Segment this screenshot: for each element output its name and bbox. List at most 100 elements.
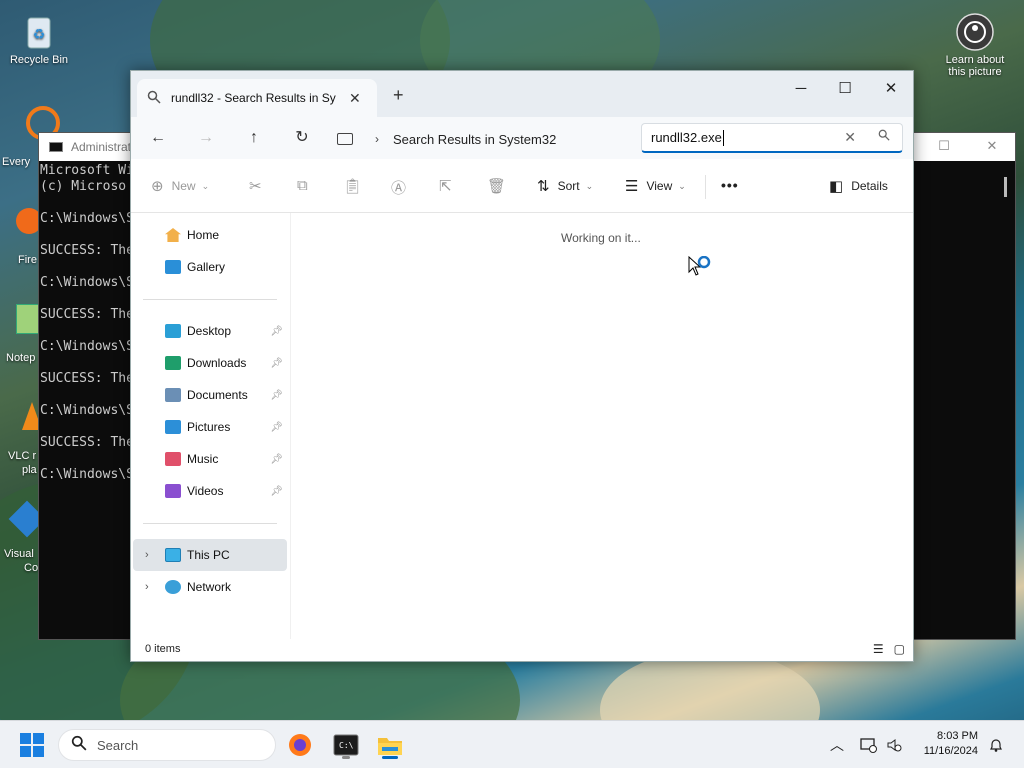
pin-icon[interactable]: 📌︎ xyxy=(270,390,283,401)
share-button[interactable]: ⇱ xyxy=(439,177,460,195)
network-status-icon[interactable] xyxy=(860,721,878,768)
pin-icon[interactable]: 📌︎ xyxy=(270,326,283,337)
sidebar-item-gallery[interactable]: Gallery xyxy=(133,251,287,283)
sidebar-divider xyxy=(143,299,277,300)
minimize-button[interactable]: ─ xyxy=(787,77,815,101)
music-folder-icon xyxy=(165,452,181,466)
pin-icon[interactable]: 📌︎ xyxy=(270,422,283,433)
details-pane-button[interactable]: ◧ Details xyxy=(829,177,888,195)
file-explorer-window[interactable]: rundll32 - Search Results in Sy ✕ + ─ ☐ … xyxy=(130,70,914,662)
sidebar-item-this-pc[interactable]: › This PC xyxy=(133,539,287,571)
svg-text:C:\: C:\ xyxy=(339,741,354,750)
clock[interactable]: 8:03 PM 11/16/2024 xyxy=(924,729,978,759)
computer-icon xyxy=(337,133,353,145)
volume-muted-icon[interactable] xyxy=(886,721,902,768)
plus-circle-icon: ⊕ xyxy=(151,178,164,195)
clock-time: 8:03 PM xyxy=(937,730,978,742)
firefox-icon xyxy=(289,734,311,756)
learn-about-picture-desktop-icon[interactable]: Learn about this picture xyxy=(938,12,1012,78)
up-arrow-icon[interactable]: ↑ xyxy=(243,127,265,149)
chevron-down-icon: ⌄ xyxy=(585,180,594,191)
tiles-view-icon[interactable]: ▢ xyxy=(894,642,905,656)
busy-cursor-icon xyxy=(688,255,712,281)
taskbar-search-box[interactable]: Search xyxy=(58,729,276,761)
maximize-button[interactable]: ☐ xyxy=(831,77,859,101)
computer-icon xyxy=(165,548,181,562)
breadcrumb-location[interactable]: Search Results in System32 xyxy=(393,132,556,147)
view-button[interactable]: ☰ View ⌄ xyxy=(625,177,686,195)
clock-date: 11/16/2024 xyxy=(923,745,978,757)
notifications-bell-icon[interactable] xyxy=(988,721,1004,768)
address-bar: ← → ↑ ↻ › Search Results in System32 run… xyxy=(131,117,913,159)
taskbar-terminal[interactable]: C:\ xyxy=(330,729,362,761)
taskbar-file-explorer[interactable] xyxy=(374,729,406,761)
refresh-icon[interactable]: ↻ xyxy=(291,127,313,149)
paste-button[interactable]: 📋︎ xyxy=(343,177,370,195)
search-input[interactable]: rundll32.exe ✕ xyxy=(641,123,903,153)
sidebar-item-documents[interactable]: Documents 📌︎ xyxy=(133,379,287,411)
windows-logo-icon xyxy=(20,733,31,744)
console-title: Administrat xyxy=(71,140,132,154)
sidebar-item-pictures[interactable]: Pictures 📌︎ xyxy=(133,411,287,443)
breadcrumb[interactable]: › Search Results in System32 xyxy=(337,126,556,152)
copy-button[interactable]: ⧉ xyxy=(297,177,316,194)
pin-icon[interactable]: 📌︎ xyxy=(270,454,283,465)
clear-search-icon[interactable]: ✕ xyxy=(844,129,856,146)
tab-close-icon[interactable]: ✕ xyxy=(349,90,361,107)
taskbar-firefox[interactable] xyxy=(284,729,316,761)
tab-search-results[interactable]: rundll32 - Search Results in Sy ✕ xyxy=(137,79,377,117)
sidebar-item-home[interactable]: Home xyxy=(133,219,287,251)
rename-button[interactable]: Ⓐ xyxy=(391,177,414,198)
videos-folder-icon xyxy=(165,484,181,498)
sort-button[interactable]: ⇅ Sort ⌄ xyxy=(537,177,593,195)
close-button[interactable]: ✕ xyxy=(877,77,905,101)
show-hidden-icons-button[interactable]: ︿ xyxy=(830,721,844,768)
sidebar-item-music[interactable]: Music 📌︎ xyxy=(133,443,287,475)
chevron-down-icon: ⌄ xyxy=(678,180,686,191)
forward-arrow-icon[interactable]: → xyxy=(195,127,217,149)
console-close-button[interactable]: ✕ xyxy=(985,139,999,153)
trash-icon: 🗑︎ xyxy=(487,178,507,195)
taskbar: Search C:\ ︿ 8:03 PM 11/16/2024 xyxy=(0,720,1024,768)
back-arrow-icon[interactable]: ← xyxy=(147,127,169,149)
sidebar-item-videos[interactable]: Videos 📌︎ xyxy=(133,475,287,507)
search-icon xyxy=(147,90,161,107)
sidebar-item-downloads[interactable]: Downloads 📌︎ xyxy=(133,347,287,379)
more-options-button[interactable]: ••• xyxy=(721,177,739,193)
file-list-area[interactable]: Working on it... xyxy=(291,213,913,639)
tab-bar: rundll32 - Search Results in Sy ✕ + ─ ☐ … xyxy=(131,71,913,117)
console-maximize-button[interactable]: ☐ xyxy=(937,139,951,153)
chevron-right-icon[interactable]: › xyxy=(375,132,379,146)
new-tab-button[interactable]: + xyxy=(393,85,404,106)
recycle-bin-desktop-icon[interactable]: ♻ Recycle Bin xyxy=(2,12,76,66)
console-line: C:\Windows\S xyxy=(40,211,131,226)
console-icon xyxy=(49,142,63,152)
chevron-right-icon[interactable]: › xyxy=(145,549,149,561)
sidebar-item-label: Videos xyxy=(187,484,224,498)
new-button[interactable]: ⊕ New ⌄ xyxy=(151,177,209,195)
cut-button[interactable]: ✂ xyxy=(249,177,270,195)
details-view-icon[interactable]: ☰ xyxy=(873,642,884,656)
search-icon[interactable] xyxy=(878,129,890,144)
new-label: New xyxy=(171,179,196,193)
sidebar-item-network[interactable]: › Network xyxy=(133,571,287,603)
sidebar-item-desktop[interactable]: Desktop 📌︎ xyxy=(133,315,287,347)
copy-icon: ⧉ xyxy=(297,177,308,194)
sidebar-item-label: Home xyxy=(187,228,220,242)
sort-icon: ⇅ xyxy=(537,178,550,195)
console-line: C:\Windows\S xyxy=(40,275,131,290)
delete-button[interactable]: 🗑︎ xyxy=(487,177,514,195)
rename-icon: Ⓐ xyxy=(391,180,407,197)
pin-icon[interactable]: 📌︎ xyxy=(270,358,283,369)
chevron-right-icon[interactable]: › xyxy=(145,581,149,593)
pin-icon[interactable]: 📌︎ xyxy=(270,486,283,497)
console-scrollbar[interactable] xyxy=(1004,177,1007,197)
notepad-desktop-icon[interactable] xyxy=(16,304,40,334)
start-button[interactable] xyxy=(20,733,44,757)
recycle-bin-icon: ♻ xyxy=(19,12,59,52)
console-line: C:\Windows\S xyxy=(40,403,131,418)
learn-about-label: Learn about this picture xyxy=(945,54,1005,78)
